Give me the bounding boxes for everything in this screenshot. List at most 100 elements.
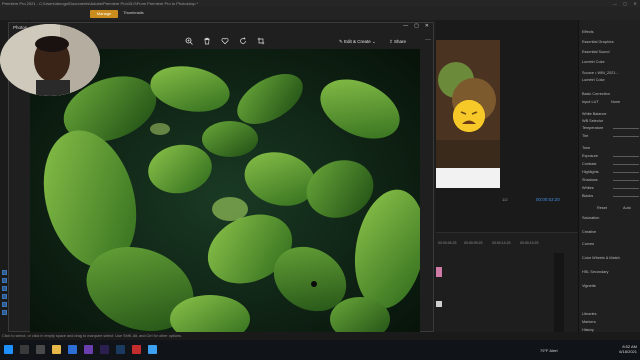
essential-sound-tab[interactable]: Essential Sound [582,50,609,54]
fit-selector[interactable]: 1/2 [502,197,508,202]
project-item-icon[interactable] [2,286,7,291]
basil-plant-image [30,49,420,345]
edge-icon[interactable] [68,345,77,354]
ruler-label: 00:00:14:23 [492,241,511,245]
file-explorer-icon[interactable] [52,345,61,354]
lumetri-color-tab[interactable]: Lumetri Color [582,60,605,64]
exposure-slider[interactable] [613,156,639,157]
basil-photo[interactable] [30,49,420,345]
curves-section[interactable]: Curves [582,242,594,246]
blacks-label: Blacks [582,194,594,198]
blacks-slider[interactable] [613,196,639,197]
share-button[interactable]: ⇪ Share [389,39,406,45]
windows-taskbar: 79°F Alert 8:52 AM 6/18/2021 [0,340,640,360]
more-options-button[interactable]: ··· [425,37,431,43]
system-clock[interactable]: 8:52 AM 6/18/2021 [619,344,637,354]
project-item-icon[interactable] [2,278,7,283]
shadows-slider[interactable] [613,180,639,181]
heart-icon[interactable] [221,37,229,45]
photos-minimize-button[interactable]: — [403,23,408,29]
app-icon[interactable] [84,345,93,354]
timeline-ruler[interactable]: 00:00:04:23 00:00:09:23 00:00:14:23 00:0… [436,239,578,247]
weather-label: Alert [549,348,558,353]
premiere-titlebar: Premiere Pro 2021 - C:\Users\dmogo\Docum… [0,0,640,7]
premiere-pro-icon[interactable] [100,345,109,354]
wb-selector-label: WB Selector [582,119,604,123]
highlights-slider[interactable] [613,172,639,173]
trash-icon[interactable] [203,37,211,45]
tint-label: Tint [582,134,589,138]
highlights-label: Highlights [582,170,599,174]
photos-close-button[interactable]: ✕ [425,23,429,29]
color-wheels-section[interactable]: Color Wheels & Match [582,256,620,260]
essential-graphics-tab[interactable]: Essential Graphics [582,40,614,44]
timeline-panel: 00:00:04:23 00:00:09:23 00:00:14:23 00:0… [436,232,578,333]
lumetri-panel: Effects Essential Graphics Essential Sou… [578,20,640,332]
project-item-icon[interactable] [2,310,7,315]
ruler-label: 00:00:09:23 [464,241,483,245]
vignette-section[interactable]: Vignette [582,284,596,288]
thumbnails-tab[interactable]: Thumbnails [123,10,144,15]
photos-maximize-button[interactable]: ▢ [414,23,419,29]
creative-section[interactable]: Creative [582,230,596,234]
manage-tab[interactable]: Manage [90,10,118,18]
reset-button[interactable]: Reset [597,206,607,210]
audio-meter [554,253,564,333]
edit-create-label: Edit & Create [344,39,371,44]
hsl-secondary-section[interactable]: HSL Secondary [582,270,608,274]
clock-date: 6/18/2021 [619,349,637,354]
markers-tab[interactable]: Markers [582,320,596,324]
zoom-in-icon[interactable] [185,37,193,45]
start-icon[interactable] [4,345,13,354]
temperature-label: Temperature [582,126,604,130]
project-item-icon[interactable] [2,302,7,307]
timeline-clip[interactable] [436,267,442,277]
weather-widget[interactable]: 79°F Alert [540,348,558,353]
rotate-icon[interactable] [239,37,247,45]
timeline-clip[interactable] [436,301,442,307]
photos-window-controls: — ▢ ✕ [403,23,429,29]
crop-icon[interactable] [257,37,265,45]
shadows-label: Shadows [582,178,598,182]
task-view-icon[interactable] [36,345,45,354]
temperature-slider[interactable] [613,128,639,129]
weather-temp: 79°F [540,348,549,353]
whites-label: Whites [582,186,594,190]
project-item-icon[interactable] [2,270,7,275]
webcam-person-image [0,24,100,96]
status-bar: Click to select, or click in empty space… [0,332,640,340]
media-app-icon[interactable] [132,345,141,354]
program-timecode[interactable]: 00:00:53:20 [536,197,560,202]
webcam-overlay [0,24,100,96]
premiere-title: Premiere Pro 2021 - C:\Users\dmogo\Docum… [2,1,199,6]
tone-header: Tone [582,146,591,150]
input-lut-select[interactable]: None [611,100,620,104]
contrast-slider[interactable] [613,164,639,165]
source-selector[interactable]: Source • WIN_2021... [582,71,619,75]
ruler-label: 00:00:19:23 [520,241,539,245]
libraries-tab[interactable]: Libraries [582,312,597,316]
saturation-label: Saturation [582,216,600,220]
effect-selector[interactable]: Lumetri Color [582,78,605,82]
contrast-label: Contrast [582,162,597,166]
input-lut-label: Input LUT [582,100,599,104]
close-button[interactable]: ✕ [630,1,640,6]
ruler-label: 00:00:04:23 [438,241,457,245]
minimize-button[interactable]: — [610,1,620,6]
whites-slider[interactable] [613,188,639,189]
maximize-button[interactable]: ▢ [620,1,630,6]
search-icon[interactable] [20,345,29,354]
share-label: Share [394,39,407,44]
weary-face-emoji [453,100,485,132]
edit-create-button[interactable]: ✎ Edit & Create ⌄ [339,39,376,45]
tint-slider[interactable] [613,136,639,137]
effects-tab[interactable]: Effects [582,30,594,34]
photos-app-icon[interactable] [148,345,157,354]
chevron-down-icon: ⌄ [370,39,376,44]
photoshop-icon[interactable] [116,345,125,354]
basic-correction-header[interactable]: Basic Correction [582,92,610,96]
auto-button[interactable]: Auto [623,206,631,210]
program-monitor: 1/2 00:00:53:20 [436,20,578,232]
project-item-icon[interactable] [2,294,7,299]
white-balance-header: White Balance [582,112,607,116]
